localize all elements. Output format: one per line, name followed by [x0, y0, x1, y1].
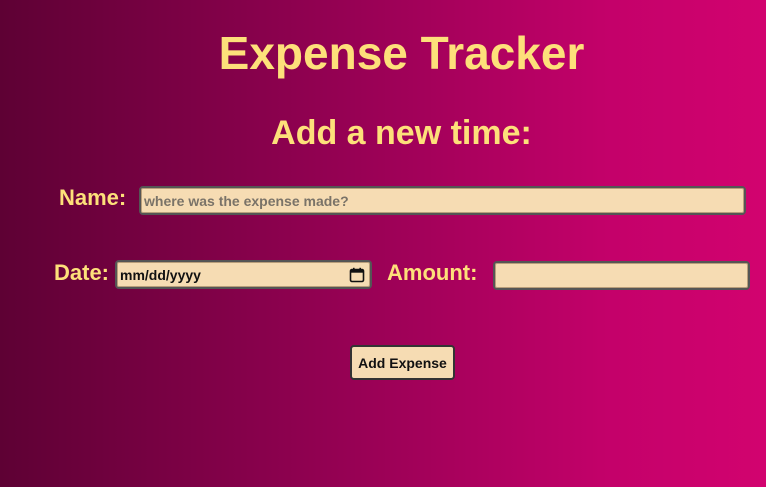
date-label: Date: [54, 260, 110, 285]
name-input[interactable]: where was the expense made? [139, 186, 746, 215]
amount-label: Amount: [387, 260, 478, 285]
name-label: Name: [59, 185, 127, 210]
date-input-value: mm/dd/yyyy [120, 266, 201, 283]
form-subtitle: Add a new time: [271, 114, 532, 152]
date-input[interactable]: mm/dd/yyyy [115, 260, 372, 289]
calendar-icon[interactable] [349, 267, 365, 283]
page-title: Expense Tracker [218, 27, 585, 79]
amount-input[interactable] [493, 261, 750, 290]
add-expense-button[interactable]: Add Expense [350, 345, 455, 380]
name-input-placeholder: where was the expense made? [144, 192, 349, 209]
